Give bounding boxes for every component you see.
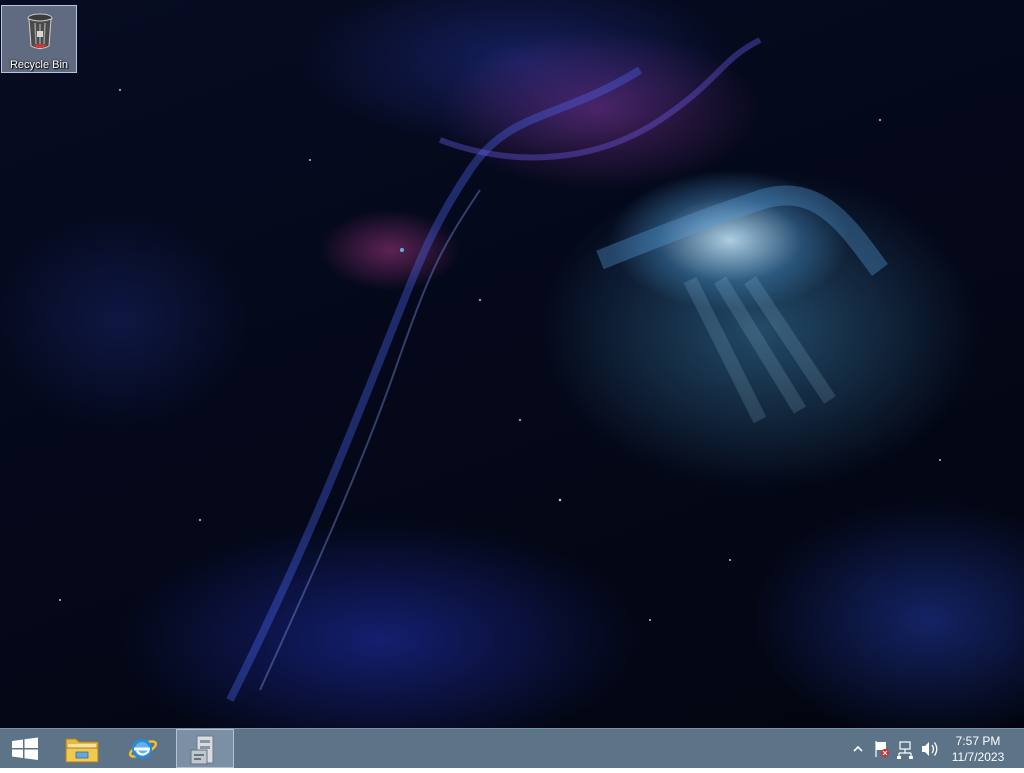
taskbar: 7:57 PM 11/7/2023 — [0, 728, 1024, 768]
clock-time: 7:57 PM — [955, 734, 1001, 748]
system-clock[interactable]: 7:57 PM 11/7/2023 — [946, 733, 1010, 765]
recycle-bin-icon — [27, 13, 53, 49]
notification-area — [848, 729, 948, 768]
server-manager-icon — [190, 735, 214, 765]
network-icon[interactable] — [897, 741, 913, 759]
desktop-wallpaper[interactable]: Recycle Bin — [0, 0, 1024, 728]
volume-icon[interactable] — [922, 742, 938, 756]
clock-date: 11/7/2023 — [951, 750, 1005, 764]
taskbar-file-explorer-button[interactable] — [54, 729, 110, 768]
taskbar-server-manager-button[interactable] — [176, 729, 234, 768]
action-center-flag-icon[interactable] — [875, 741, 889, 757]
file-explorer-icon — [65, 738, 99, 763]
tray-icons-group — [853, 741, 938, 759]
start-button[interactable] — [0, 729, 50, 768]
taskbar-internet-explorer-button[interactable] — [114, 729, 170, 768]
internet-explorer-icon — [128, 739, 158, 759]
nebula-wallpaper-art — [59, 37, 941, 702]
show-hidden-icons-chevron[interactable] — [853, 745, 863, 752]
recycle-bin-label: Recycle Bin — [9, 59, 69, 71]
desktop-icon-recycle-bin[interactable]: Recycle Bin — [1, 5, 77, 73]
windows-logo-icon — [12, 737, 38, 760]
